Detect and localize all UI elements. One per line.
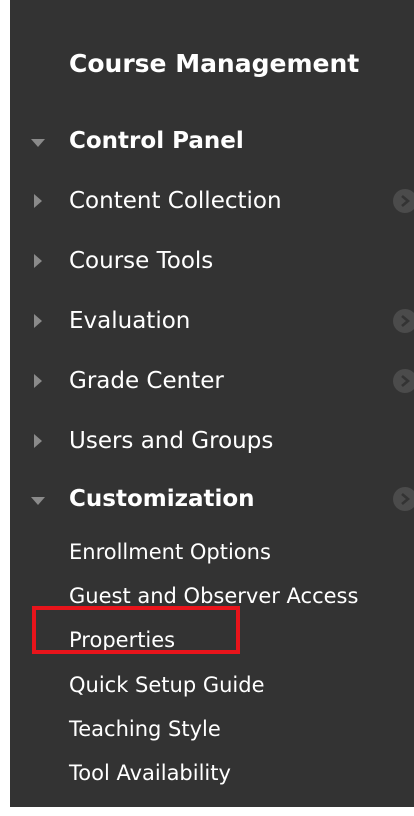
- link-teaching-style[interactable]: Teaching Style: [69, 713, 221, 745]
- triangle-right-icon[interactable]: [30, 373, 46, 389]
- menu-item-content-collection[interactable]: Content Collection: [10, 181, 414, 221]
- options-circle-icon[interactable]: [393, 487, 414, 511]
- options-circle-icon[interactable]: [393, 309, 414, 333]
- customization-label: Customization: [69, 486, 255, 512]
- link-enrollment-options[interactable]: Enrollment Options: [69, 536, 271, 568]
- panel-title: Course Management: [69, 49, 360, 78]
- link-quick-setup-guide[interactable]: Quick Setup Guide: [69, 669, 265, 701]
- triangle-down-icon[interactable]: [30, 493, 46, 509]
- triangle-right-icon[interactable]: [30, 253, 46, 269]
- triangle-right-icon[interactable]: [30, 193, 46, 209]
- control-panel-label: Control Panel: [69, 128, 244, 154]
- menu-item-grade-center[interactable]: Grade Center: [10, 361, 414, 401]
- users-and-groups-label: Users and Groups: [69, 428, 274, 454]
- options-circle-icon[interactable]: [393, 189, 414, 213]
- triangle-down-icon[interactable]: [30, 135, 46, 151]
- bottom-margin: [0, 807, 414, 816]
- menu-item-users-and-groups[interactable]: Users and Groups: [10, 421, 414, 461]
- link-tool-availability[interactable]: Tool Availability: [69, 757, 231, 789]
- evaluation-label: Evaluation: [69, 308, 191, 334]
- course-management-panel: Course Management Control Panel Content …: [10, 0, 414, 807]
- options-circle-icon[interactable]: [393, 369, 414, 393]
- triangle-right-icon[interactable]: [30, 313, 46, 329]
- course-tools-label: Course Tools: [69, 248, 214, 274]
- customization-header[interactable]: Customization: [10, 479, 414, 519]
- properties-highlight-box: [32, 606, 240, 654]
- menu-item-evaluation[interactable]: Evaluation: [10, 301, 414, 341]
- grade-center-label: Grade Center: [69, 368, 224, 394]
- control-panel-header[interactable]: Control Panel: [10, 121, 414, 161]
- menu-item-course-tools[interactable]: Course Tools: [10, 241, 414, 281]
- content-collection-label: Content Collection: [69, 188, 282, 214]
- triangle-right-icon[interactable]: [30, 433, 46, 449]
